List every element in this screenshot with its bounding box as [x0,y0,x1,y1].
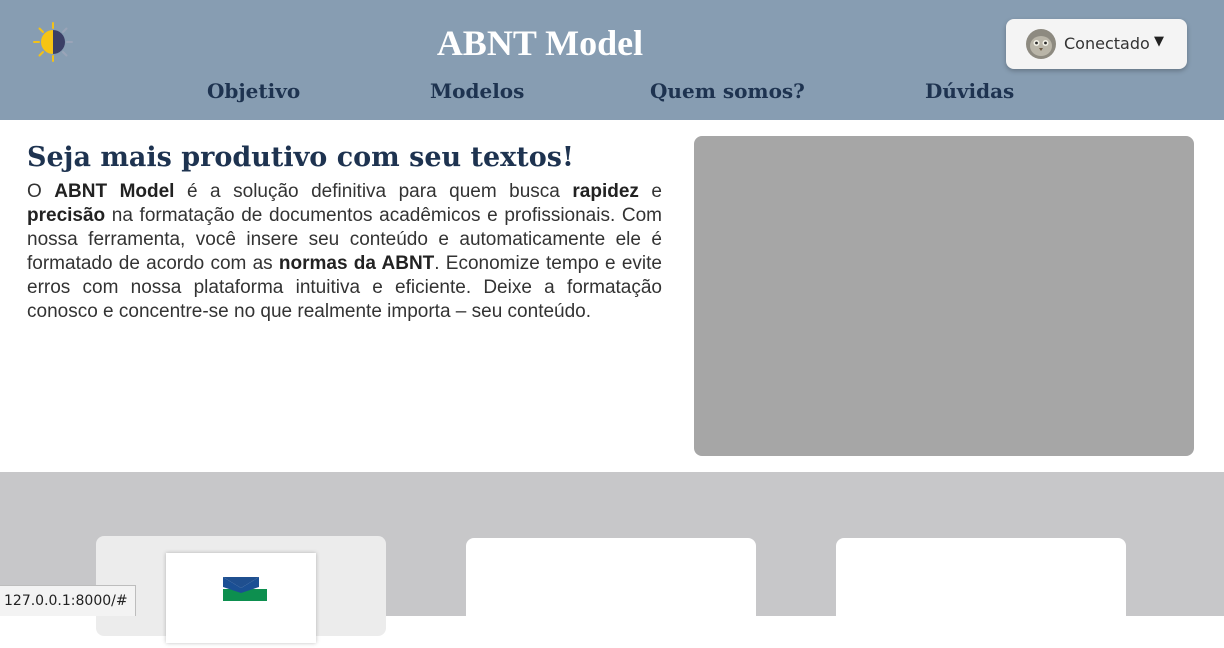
feature-card[interactable] [96,536,386,643]
nav-duvidas[interactable]: Dúvidas [925,78,1014,104]
chevron-down-icon: ▼ [1154,34,1164,49]
nav-modelos[interactable]: Modelos [430,78,524,104]
nav-quem-somos[interactable]: Quem somos? [650,78,805,104]
hero-media-placeholder [694,136,1194,456]
user-menu-button[interactable]: Conectado ▼ [1006,19,1187,69]
site-header: ABNT Model Conectado ▼ Objetivo Modelos … [0,0,1224,120]
app-title: ABNT Model [436,23,644,63]
hero-description: O ABNT Model é a solução definitiva para… [27,181,662,322]
university-logo-icon [166,553,316,643]
status-bar-url: 127.0.0.1:8000/# [0,585,136,616]
hero-title: Seja mais produtivo com seu textos! [27,142,574,173]
avatar [1026,29,1056,59]
nav-objetivo[interactable]: Objetivo [207,78,300,104]
feature-card[interactable] [836,538,1126,638]
user-status-label: Conectado [1064,34,1150,53]
feature-card[interactable] [466,538,756,638]
